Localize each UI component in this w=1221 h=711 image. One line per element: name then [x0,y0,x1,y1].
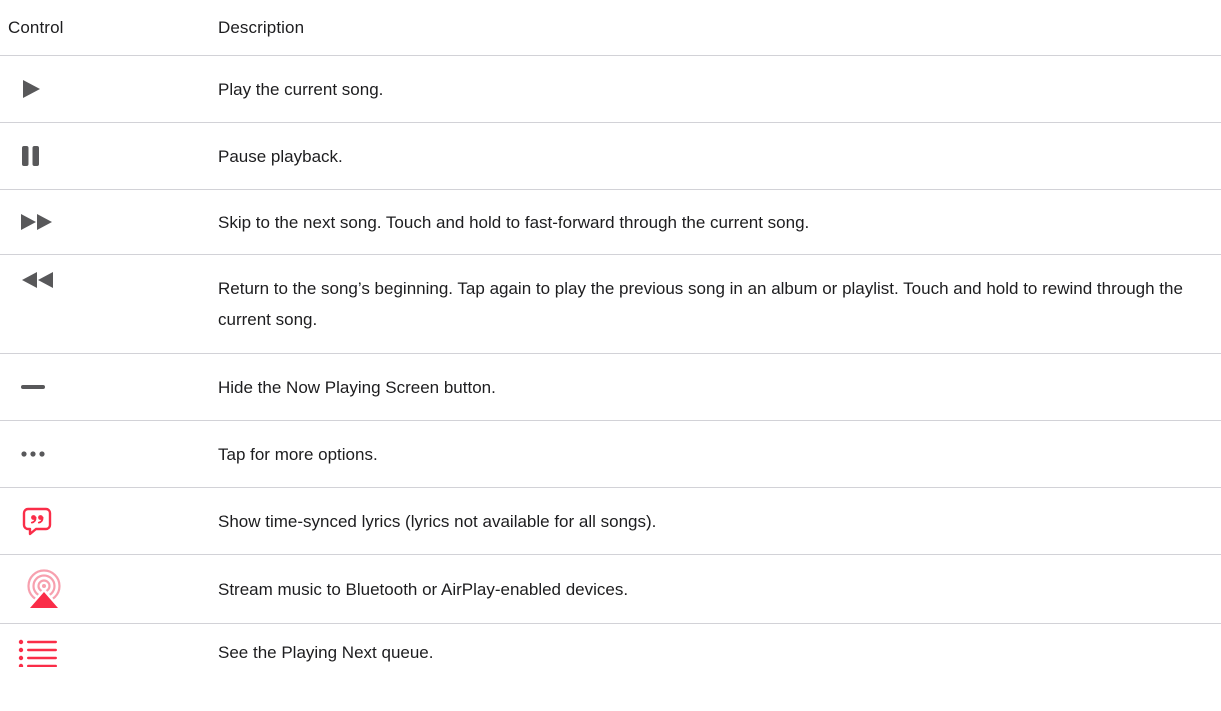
row-description: Skip to the next song. Touch and hold to… [218,212,810,232]
fast-forward-icon [20,213,54,231]
header-description: Description [218,17,305,37]
controls-table: Control Description Play the current son… [0,0,1221,681]
row-description: See the Playing Next queue. [218,643,434,662]
lyrics-icon [22,506,52,536]
table-row: Hide the Now Playing Screen button. [0,354,1221,421]
table-row: Tap for more options. [0,421,1221,488]
table-row: Play the current song. [0,56,1221,123]
header-control: Control [8,17,64,37]
airplay-icon [24,568,64,610]
row-description: Tap for more options. [218,444,378,464]
pause-icon [20,145,42,167]
row-description: Play the current song. [218,79,384,99]
rewind-icon [20,271,54,289]
more-options-icon [20,451,46,457]
table-row: Pause playback. [0,123,1221,190]
table-header: Control Description [0,0,1221,56]
table-row: Skip to the next song. Touch and hold to… [0,190,1221,255]
table-row: See the Playing Next queue. [0,624,1221,681]
table-row: Show time-synced lyrics (lyrics not avai… [0,488,1221,555]
row-description: Return to the song’s beginning. Tap agai… [218,279,1183,329]
row-description: Stream music to Bluetooth or AirPlay-ena… [218,579,629,599]
row-description: Show time-synced lyrics (lyrics not avai… [218,511,657,531]
table-row: Stream music to Bluetooth or AirPlay-ena… [0,555,1221,624]
table-row: Return to the song’s beginning. Tap agai… [0,255,1221,354]
play-icon [20,79,42,99]
playing-next-queue-icon [18,639,58,668]
minimize-bar-icon [20,384,46,390]
row-description: Pause playback. [218,146,343,166]
row-description: Hide the Now Playing Screen button. [218,377,496,397]
